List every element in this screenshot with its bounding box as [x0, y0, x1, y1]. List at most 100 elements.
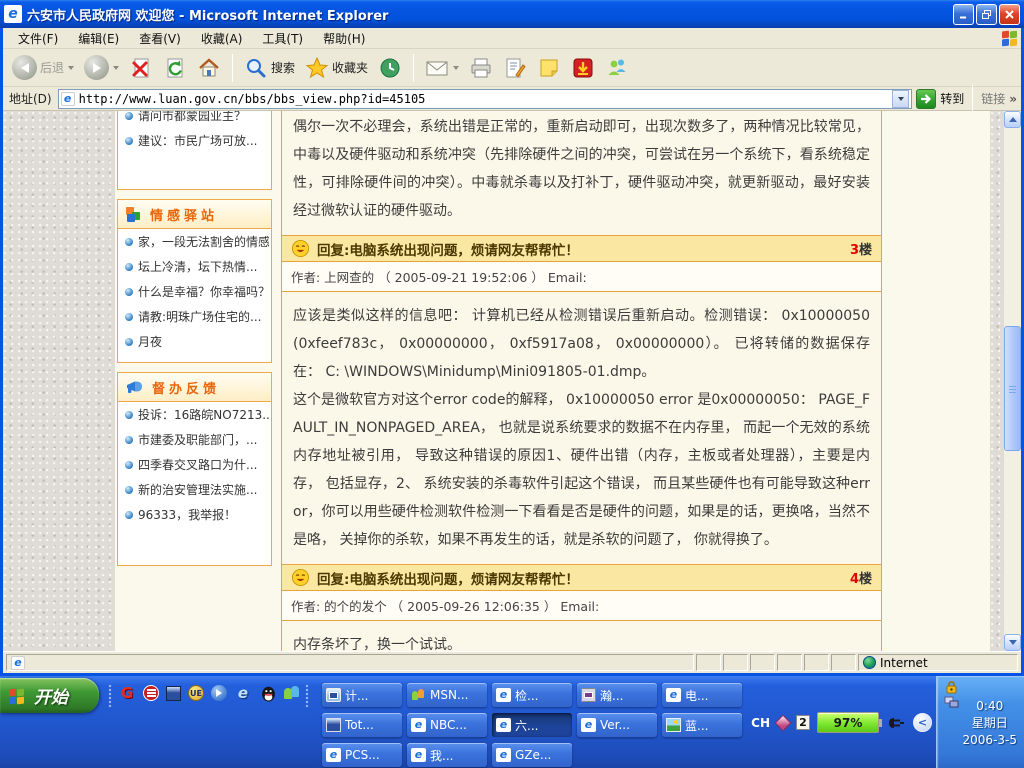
favorites-button[interactable]: 收藏夹: [302, 54, 371, 82]
clock-panel[interactable]: 0:40 星期日 2006-3-5: [936, 676, 1024, 768]
taskbar-handle[interactable]: [108, 684, 112, 708]
taskbar-button[interactable]: eVer...: [577, 713, 657, 737]
notes-button[interactable]: [534, 54, 564, 82]
power-plug-icon[interactable]: [886, 714, 906, 732]
reply-paragraph: 内存条坏了，换一个试试。: [293, 631, 870, 651]
file-manager-icon[interactable]: [166, 686, 181, 701]
forward-button[interactable]: [81, 53, 122, 82]
taskbar-handle[interactable]: [305, 684, 309, 708]
taskbar-button[interactable]: Tot...: [322, 713, 402, 737]
messenger-quicklaunch-icon[interactable]: [284, 685, 300, 701]
qq-icon[interactable]: [259, 684, 277, 702]
status-panel: [750, 654, 775, 671]
history-button[interactable]: [375, 54, 405, 82]
sidebar-item[interactable]: 家，一段无法割舍的情感: [118, 229, 271, 254]
antivirus-icon[interactable]: [143, 685, 159, 701]
tray-badge-icon[interactable]: 2: [796, 715, 810, 730]
taskbar-button[interactable]: eNBC...: [407, 713, 487, 737]
taskbar-button[interactable]: ePCS...: [322, 743, 402, 767]
language-indicator[interactable]: CH: [751, 716, 770, 730]
start-label: 开始: [34, 683, 68, 708]
menu-file[interactable]: 文件(F): [9, 28, 67, 49]
status-panel: [831, 654, 856, 671]
address-dropdown-button[interactable]: [892, 90, 909, 108]
taskbar-button[interactable]: eGZe...: [492, 743, 572, 767]
mail-button[interactable]: [422, 54, 462, 82]
edit-button[interactable]: [500, 54, 530, 82]
taskbar-button-active[interactable]: e六...: [492, 713, 572, 737]
taskbar-button[interactable]: e我...: [407, 743, 487, 767]
windows-logo-icon: [1001, 29, 1019, 47]
sidebar-item[interactable]: 新的治安管理法实施...: [118, 477, 271, 502]
status-zone-label: Internet: [880, 656, 928, 670]
taskbar-button[interactable]: 瀚...: [577, 683, 657, 707]
bullet-icon: [125, 411, 133, 419]
menu-favorites[interactable]: 收藏(A): [192, 28, 252, 49]
qq-lock-icon[interactable]: [944, 681, 959, 694]
sidebar-box-top: 请问市都蒙园业主？ 建议：市民广场可放...: [117, 111, 272, 190]
window-title: 六安市人民政府网 欢迎您 - Microsoft Internet Explor…: [27, 5, 948, 24]
battery-indicator[interactable]: 97%: [817, 712, 879, 733]
scrollbar-thumb[interactable]: [1004, 326, 1021, 451]
taskbar-button[interactable]: 蓝...: [662, 713, 742, 737]
ie-icon: e: [581, 718, 596, 732]
restore-icon: [981, 9, 992, 20]
task-label: 六...: [515, 717, 538, 734]
sidebar-item[interactable]: 月夜: [118, 329, 271, 354]
sidebar-item[interactable]: 请教:明珠广场住宅的...: [118, 304, 271, 329]
menu-bar: 文件(F) 编辑(E) 查看(V) 收藏(A) 工具(T) 帮助(H): [3, 28, 1021, 49]
clock[interactable]: 0:40 星期日 2006-3-5: [963, 698, 1017, 749]
sidebar-item[interactable]: 投诉：16路皖NO7213...: [118, 402, 271, 427]
tray-collapse-button[interactable]: <: [913, 713, 932, 732]
taskbar-button[interactable]: MSN...: [407, 683, 487, 707]
stop-button[interactable]: [126, 54, 156, 82]
media-player-icon[interactable]: [211, 685, 227, 701]
menu-view[interactable]: 查看(V): [130, 28, 190, 49]
tray-app-icon[interactable]: [775, 714, 792, 731]
toolbar: 后退 搜索 收藏夹: [3, 49, 1021, 87]
search-button[interactable]: 搜索: [241, 54, 298, 82]
scroll-up-button[interactable]: [1004, 111, 1021, 128]
taskbar-button[interactable]: e电...: [662, 683, 742, 707]
taskbar-button[interactable]: 计...: [322, 683, 402, 707]
messenger-button[interactable]: [602, 54, 632, 82]
restore-button[interactable]: [976, 4, 997, 25]
menu-tools[interactable]: 工具(T): [253, 28, 312, 49]
network-icon[interactable]: [944, 696, 959, 709]
taskbar-button[interactable]: e检...: [492, 683, 572, 707]
vertical-scrollbar[interactable]: [1004, 111, 1021, 651]
sidebar-item[interactable]: 坛上冷清，坛下热情...: [118, 254, 271, 279]
notes-icon: [537, 56, 561, 80]
task-buttons: 计... MSN... e检... 瀚... e电... Tot... eNBC…: [322, 683, 742, 767]
menu-help[interactable]: 帮助(H): [314, 28, 374, 49]
bullet-icon: [125, 137, 133, 145]
close-button[interactable]: [999, 4, 1020, 25]
sidebar-item[interactable]: 96333，我举报！: [118, 502, 271, 527]
sidebar-item[interactable]: 建议：市民广场可放...: [118, 128, 271, 153]
scroll-down-button[interactable]: [1004, 634, 1021, 651]
links-label[interactable]: 链接: [981, 90, 1005, 107]
ie-quicklaunch-icon[interactable]: e: [234, 684, 252, 702]
refresh-button[interactable]: [160, 54, 190, 82]
sidebar: 请问市都蒙园业主？ 建议：市民广场可放... 情感驿站 家，一段无法割舍的情感 …: [117, 111, 272, 575]
flashget-icon[interactable]: G: [118, 684, 136, 702]
page-ie-icon: e: [61, 92, 75, 106]
sidebar-item[interactable]: 什么是幸福？你幸福吗？: [118, 279, 271, 304]
ultraedit-icon[interactable]: UE: [188, 685, 204, 701]
go-button[interactable]: [916, 89, 936, 109]
address-input[interactable]: [79, 92, 889, 106]
sidebar-item[interactable]: 请问市都蒙园业主？: [118, 111, 271, 128]
home-button[interactable]: [194, 54, 224, 82]
minimize-button[interactable]: [953, 4, 974, 25]
address-input-box[interactable]: e: [58, 89, 913, 109]
links-more-icon[interactable]: »: [1009, 92, 1017, 106]
download-manager-button[interactable]: [568, 54, 598, 82]
menu-edit[interactable]: 编辑(E): [69, 28, 128, 49]
go-label[interactable]: 转到: [940, 90, 964, 107]
back-button[interactable]: 后退: [9, 53, 77, 82]
print-button[interactable]: [466, 54, 496, 82]
sidebar-item[interactable]: 四季春交叉路口为什...: [118, 452, 271, 477]
ie-icon: e: [496, 748, 511, 762]
start-button[interactable]: 开始: [0, 678, 99, 713]
sidebar-item[interactable]: 市建委及职能部门，...: [118, 427, 271, 452]
